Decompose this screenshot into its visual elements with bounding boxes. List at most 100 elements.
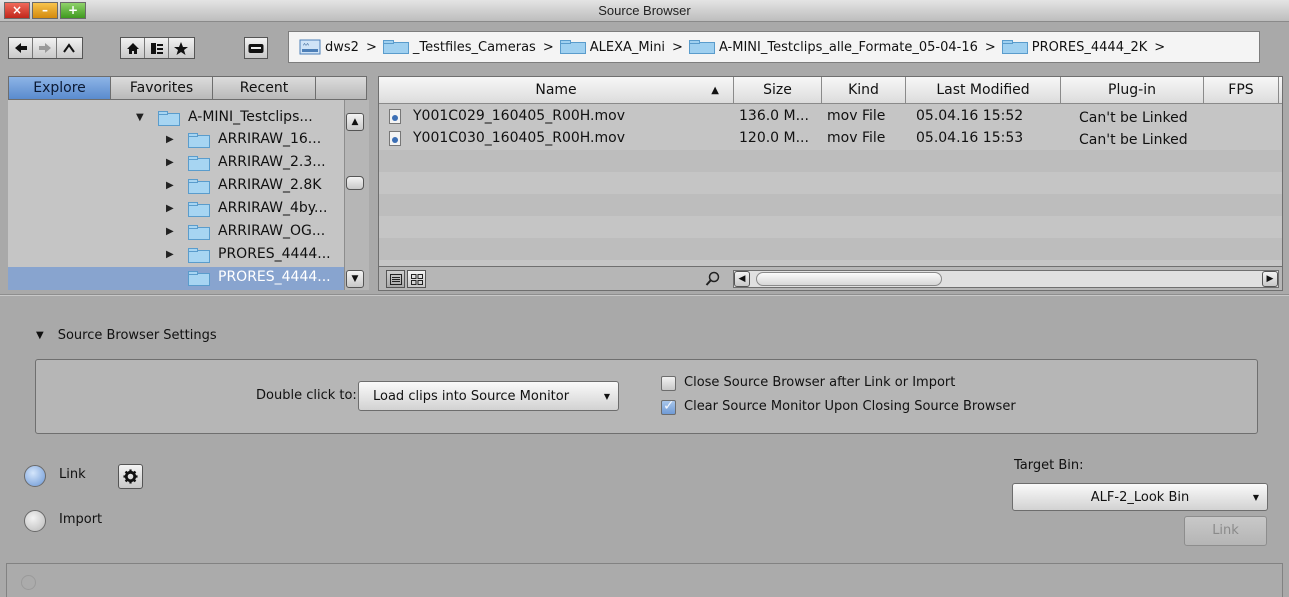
collapsed-triangle-icon[interactable]: ▶ xyxy=(166,180,174,191)
tree-scrollbar[interactable]: ▲ ▼ xyxy=(344,100,369,290)
folder-icon xyxy=(188,271,210,286)
settings-panel: Double click to: Load clips into Source … xyxy=(35,359,1258,434)
svg-text:ᴬᴬ: ᴬᴬ xyxy=(303,42,309,50)
tree-item-label: ARRIRAW_2.8K xyxy=(218,177,322,193)
folder-icon xyxy=(688,40,715,54)
tab-explore[interactable]: Explore xyxy=(8,76,111,100)
tree-item-label: PRORES_4444... xyxy=(218,269,331,285)
tree-item[interactable]: ▼ A-MINI_Testclips... xyxy=(8,107,344,130)
list-places-button[interactable] xyxy=(145,38,169,58)
cell-plugin: Can't be Linked xyxy=(1079,132,1188,148)
nav-tabs: Explore Favorites Recent xyxy=(8,76,368,100)
empty-row xyxy=(379,172,1282,194)
path-breadcrumb: ᴬᴬ dws2 > _Testfiles_Cameras > ALEXA_Min… xyxy=(288,31,1260,63)
forward-button[interactable] xyxy=(33,38,57,58)
column-kind[interactable]: Kind xyxy=(822,77,906,104)
double-click-select[interactable]: Load clips into Source Monitor ▼ xyxy=(358,381,619,411)
scroll-right-button[interactable]: ▶ xyxy=(1262,271,1278,287)
scroll-thumb[interactable] xyxy=(346,176,364,190)
list-view-button[interactable] xyxy=(386,270,405,288)
disclosure-triangle-icon[interactable]: ▼ xyxy=(36,330,44,341)
tab-recent[interactable]: Recent xyxy=(212,76,316,100)
up-button[interactable] xyxy=(57,38,81,58)
table-row[interactable]: Y001C030_160405_R00H.mov 120.0 M... mov … xyxy=(379,128,1282,150)
crumb-alexa-mini[interactable]: ALEXA_Mini xyxy=(559,40,665,55)
close-browser-checkbox[interactable] xyxy=(661,376,676,391)
empty-row xyxy=(379,238,1282,260)
cell-modified: 05.04.16 15:53 xyxy=(916,130,1024,146)
collapsed-triangle-icon[interactable]: ▶ xyxy=(166,157,174,168)
tree-item-selected[interactable]: PRORES_4444... xyxy=(8,267,344,290)
collapsed-triangle-icon[interactable]: ▶ xyxy=(166,134,174,145)
expanded-triangle-icon[interactable]: ▼ xyxy=(136,112,144,123)
folder-icon xyxy=(382,40,409,54)
table-row[interactable]: Y001C029_160405_R00H.mov 136.0 M... mov … xyxy=(379,106,1282,128)
scroll-up-button[interactable]: ▲ xyxy=(346,113,364,131)
panel-divider[interactable] xyxy=(0,294,1289,296)
tree-item-label: ARRIRAW_2.3... xyxy=(218,154,326,170)
tree-item-label: ARRIRAW_16... xyxy=(218,131,322,147)
settings-disclosure[interactable]: ▼ Source Browser Settings xyxy=(36,328,217,343)
scroll-thumb[interactable] xyxy=(756,272,942,286)
status-indicator-icon xyxy=(21,575,36,590)
cell-modified: 05.04.16 15:52 xyxy=(916,108,1024,124)
file-table: Name ▲ Size Kind Last Modified Plug-in F… xyxy=(378,76,1283,267)
link-settings-button[interactable] xyxy=(118,464,143,489)
drive-button[interactable] xyxy=(244,37,268,59)
horizontal-scrollbar[interactable]: ◀ ▶ xyxy=(733,270,1279,288)
home-button[interactable] xyxy=(121,38,145,58)
clear-monitor-label: Clear Source Monitor Upon Closing Source… xyxy=(684,399,1016,414)
tree-item[interactable]: ▶ ARRIRAW_16... xyxy=(8,129,344,152)
collapsed-triangle-icon[interactable]: ▶ xyxy=(166,226,174,237)
crumb-prores-4444-2k[interactable]: PRORES_4444_2K xyxy=(1001,40,1147,55)
crumb-testfiles-cameras[interactable]: _Testfiles_Cameras xyxy=(382,40,536,55)
crumb-separator: > xyxy=(672,39,683,55)
tree-item[interactable]: ▶ ARRIRAW_2.3... xyxy=(8,152,344,175)
scroll-left-button[interactable]: ◀ xyxy=(734,271,750,287)
empty-row xyxy=(379,216,1282,238)
folder-icon xyxy=(188,248,210,263)
hard-drive-icon xyxy=(248,43,264,53)
crumb-separator: > xyxy=(984,39,996,55)
crumb-dws2[interactable]: ᴬᴬ dws2 xyxy=(299,39,359,55)
star-icon xyxy=(174,41,188,55)
tree-item[interactable]: ▶ ARRIRAW_OG... xyxy=(8,221,344,244)
back-button[interactable] xyxy=(9,38,33,58)
movie-file-icon xyxy=(389,131,401,146)
link-button[interactable]: Link xyxy=(1184,516,1267,546)
column-size[interactable]: Size xyxy=(734,77,822,104)
tab-favorites[interactable]: Favorites xyxy=(110,76,213,100)
collapsed-triangle-icon[interactable]: ▶ xyxy=(166,249,174,260)
scroll-down-button[interactable]: ▼ xyxy=(346,270,364,288)
tree-item-label: A-MINI_Testclips... xyxy=(188,109,313,125)
tree-item-label: ARRIRAW_4by... xyxy=(218,200,328,216)
import-radio-label: Import xyxy=(59,512,103,527)
folder-icon xyxy=(1001,40,1028,54)
clear-monitor-checkbox[interactable] xyxy=(661,398,676,415)
crumb-separator: > xyxy=(365,39,377,55)
cell-kind: mov File xyxy=(827,130,886,146)
search-icon[interactable] xyxy=(705,271,721,287)
folder-tree: ▼ A-MINI_Testclips... ▶ ARRIRAW_16... ▶ … xyxy=(8,100,344,290)
column-plugin[interactable]: Plug-in xyxy=(1061,77,1204,104)
cell-size: 120.0 M... xyxy=(739,130,809,146)
column-name[interactable]: Name ▲ xyxy=(379,77,734,104)
tree-item[interactable]: ▶ ARRIRAW_2.8K xyxy=(8,175,344,198)
tree-item[interactable]: ▶ ARRIRAW_4by... xyxy=(8,198,344,221)
window-title: Source Browser xyxy=(598,3,691,18)
favorite-button[interactable] xyxy=(169,38,193,58)
dropdown-arrow-icon: ▼ xyxy=(1252,493,1259,502)
empty-row xyxy=(379,150,1282,172)
target-bin-select[interactable]: ALF-2_Look Bin ▼ xyxy=(1012,483,1268,511)
column-fps[interactable]: FPS xyxy=(1204,77,1279,104)
import-radio[interactable] xyxy=(24,510,46,532)
crumb-a-mini-testclips[interactable]: A-MINI_Testclips_alle_Formate_05-04-16 xyxy=(688,40,978,55)
empty-row xyxy=(379,194,1282,216)
column-last-modified[interactable]: Last Modified xyxy=(906,77,1061,104)
status-bar xyxy=(6,563,1283,597)
collapsed-triangle-icon[interactable]: ▶ xyxy=(166,203,174,214)
grid-view-button[interactable] xyxy=(407,270,426,288)
tree-item[interactable]: ▶ PRORES_4444... xyxy=(8,244,344,267)
crumb-separator: > xyxy=(1154,39,1166,55)
link-radio[interactable] xyxy=(24,465,46,487)
